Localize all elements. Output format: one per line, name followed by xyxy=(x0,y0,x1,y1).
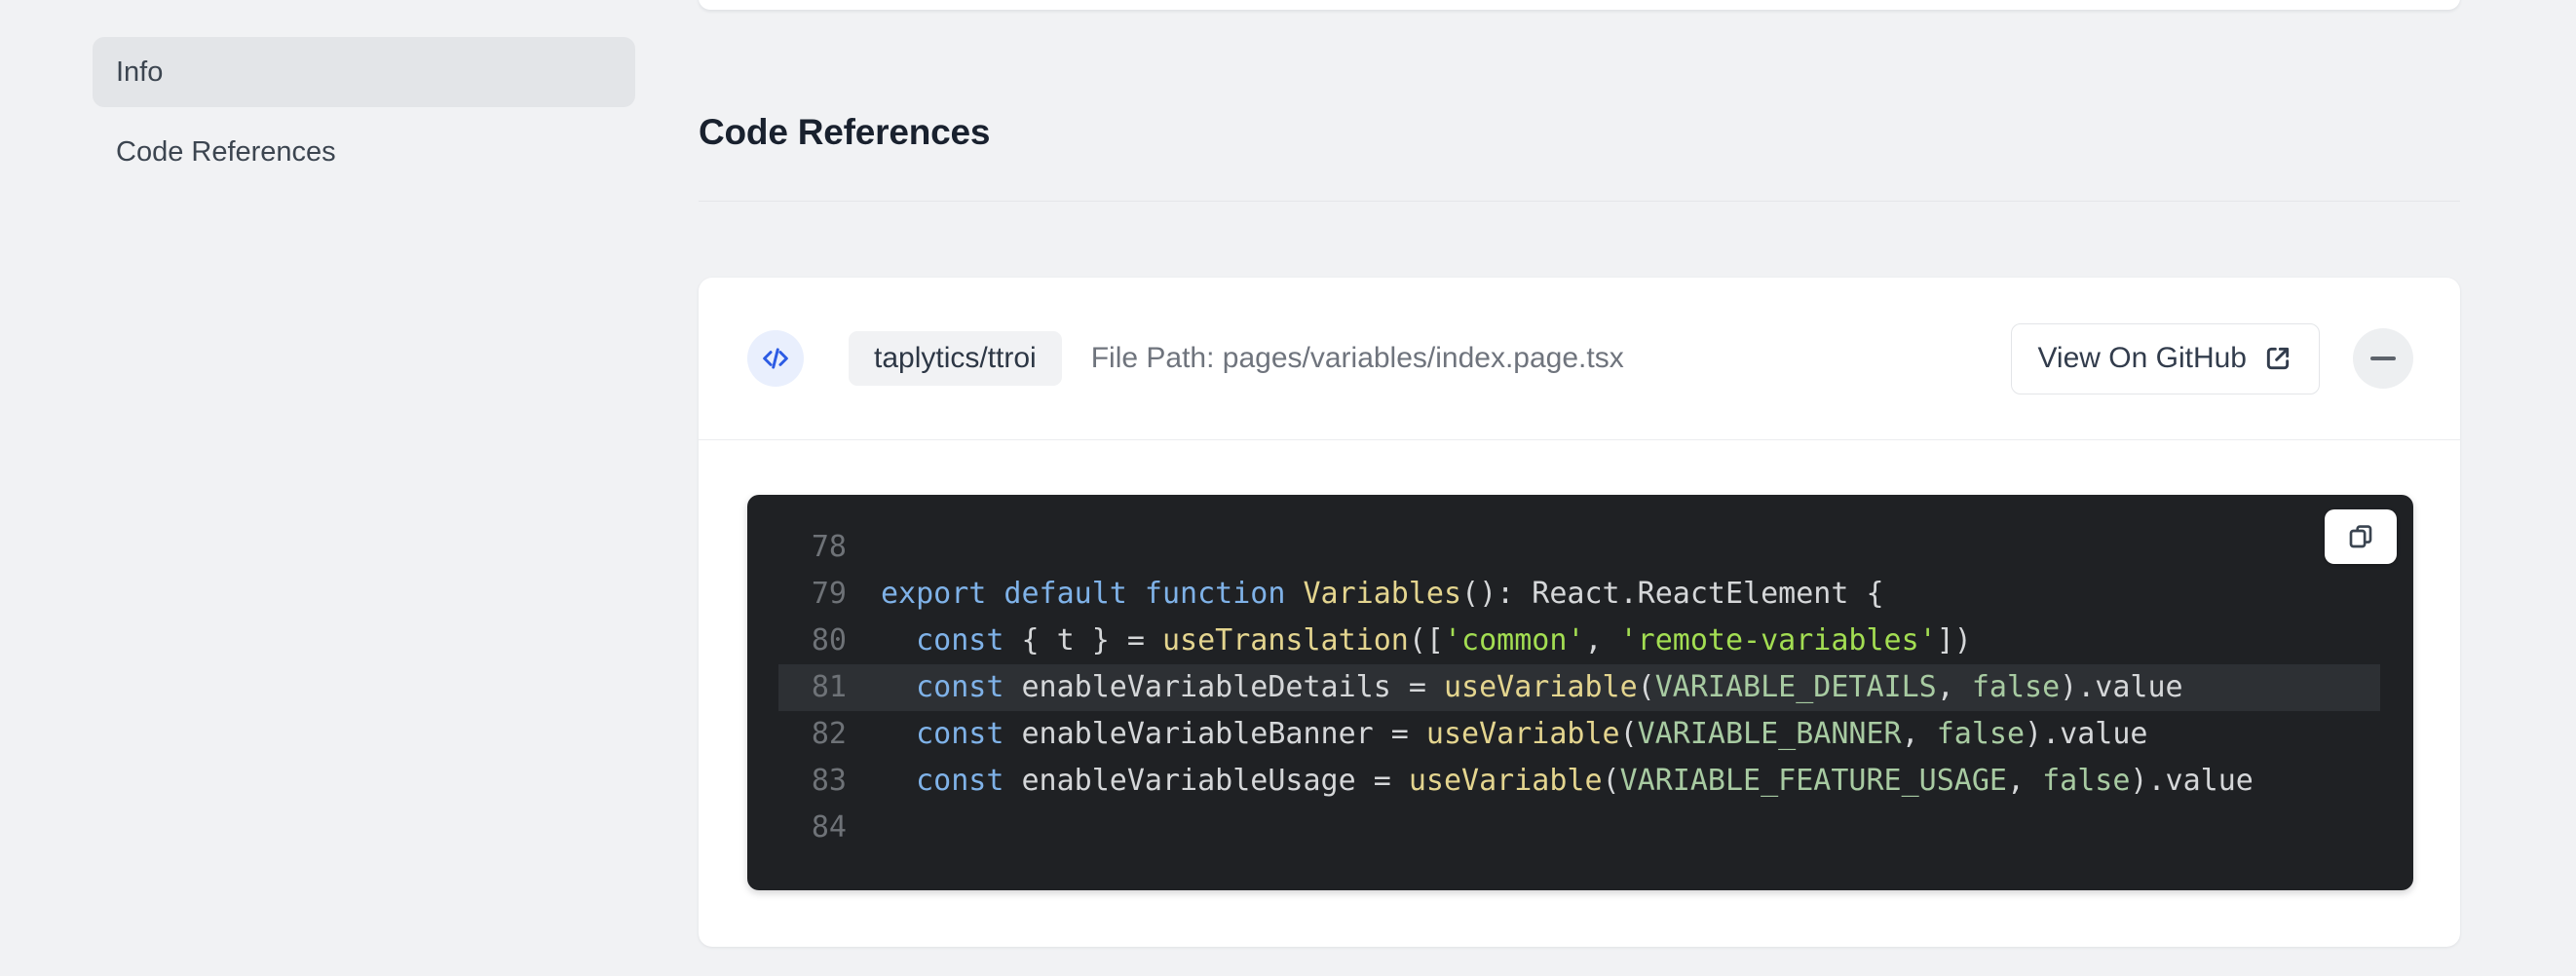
sidebar-item-label: Info xyxy=(116,56,163,89)
line-number: 81 xyxy=(778,664,847,711)
code-line: 83 const enableVariableUsage = useVariab… xyxy=(778,758,2380,805)
page-background: { "sidebar": { "items": [ { "label": "In… xyxy=(0,0,2576,976)
code-line: 79 export default function Variables(): R… xyxy=(778,571,2380,618)
code-text: const enableVariableDetails = useVariabl… xyxy=(881,664,2183,711)
collapse-button[interactable] xyxy=(2353,328,2413,389)
view-on-github-label: View On GitHub xyxy=(2037,342,2247,375)
code-text: const enableVariableUsage = useVariable(… xyxy=(881,758,2254,805)
line-number: 78 xyxy=(778,524,847,571)
external-link-icon xyxy=(2262,343,2293,374)
code-line-highlighted: 81 const enableVariableDetails = useVari… xyxy=(778,664,2380,711)
repo-badge: taplytics/ttroi xyxy=(849,331,1062,386)
code-reference-card: taplytics/ttroi File Path: pages/variabl… xyxy=(699,278,2460,947)
card-header: taplytics/ttroi File Path: pages/variabl… xyxy=(699,278,2460,440)
previous-card-bottom-edge xyxy=(699,0,2460,10)
view-on-github-button[interactable]: View On GitHub xyxy=(2011,323,2320,394)
line-number: 79 xyxy=(778,571,847,618)
code-icon xyxy=(759,342,792,375)
line-number: 80 xyxy=(778,618,847,664)
copy-button[interactable] xyxy=(2325,509,2397,564)
code-line: 80 const { t } = useTranslation(['common… xyxy=(778,618,2380,664)
line-number: 82 xyxy=(778,711,847,758)
code-lines: 7879 export default function Variables():… xyxy=(778,524,2380,851)
copy-icon xyxy=(2345,521,2376,552)
code-text: const enableVariableBanner = useVariable… xyxy=(881,711,2147,758)
sidebar-nav: Info Code References xyxy=(93,37,635,187)
code-text: export default function Variables(): Rea… xyxy=(881,571,1884,618)
code-text: const { t } = useTranslation(['common', … xyxy=(881,618,1972,664)
code-block: 7879 export default function Variables():… xyxy=(747,495,2413,890)
section-divider xyxy=(699,201,2460,202)
sidebar-item-code-references[interactable]: Code References xyxy=(93,117,635,187)
line-number: 84 xyxy=(778,805,847,851)
code-line: 78 xyxy=(778,524,2380,571)
section-title: Code References xyxy=(699,112,990,153)
code-line: 84 xyxy=(778,805,2380,851)
line-number: 83 xyxy=(778,758,847,805)
code-type-badge xyxy=(747,330,804,387)
minus-icon xyxy=(2370,357,2396,360)
file-path-label: File Path: pages/variables/index.page.ts… xyxy=(1091,342,1624,375)
sidebar-item-label: Code References xyxy=(116,136,336,169)
sidebar-item-info[interactable]: Info xyxy=(93,37,635,107)
code-line: 82 const enableVariableBanner = useVaria… xyxy=(778,711,2380,758)
